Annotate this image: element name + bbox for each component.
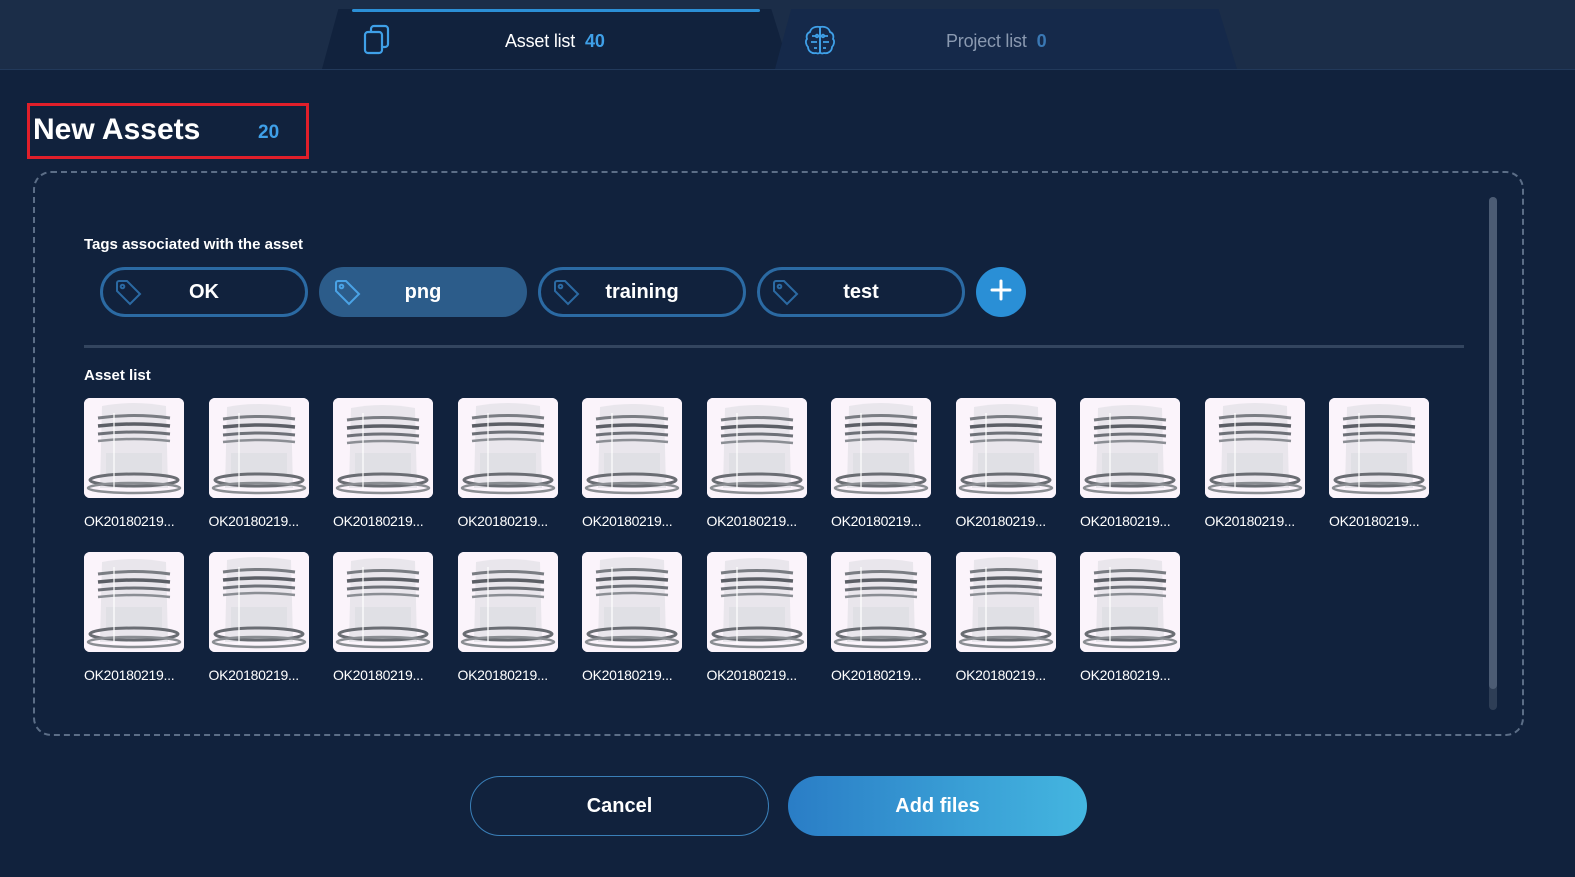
asset-item[interactable]: OK20180219... [1329,398,1429,532]
asset-item[interactable]: OK20180219... [1080,398,1180,532]
tag-label: OK [189,280,219,303]
asset-name: OK20180219... [333,513,424,529]
copy-icon [360,23,394,57]
asset-item[interactable]: OK20180219... [955,398,1056,532]
tag-label: training [605,280,679,303]
asset-name: OK20180219... [1329,513,1420,529]
asset-item[interactable]: OK20180219... [208,398,309,532]
asset-item[interactable]: OK20180219... [333,398,433,532]
asset-count-badge: 20 [258,122,280,143]
asset-item[interactable]: OK20180219... [1204,398,1305,532]
asset-name: OK20180219... [457,667,549,683]
asset-thumbnail [831,398,931,498]
asset-thumbnail [1329,398,1429,498]
brain-icon [803,23,837,57]
asset-thumbnail [955,398,1056,498]
asset-name: OK20180219... [706,513,798,529]
asset-name: OK20180219... [208,667,300,683]
top-tab-bar: Asset list 40 Project list 0 [0,0,1575,70]
section-divider [84,345,1464,348]
asset-name: OK20180219... [831,667,922,683]
tab-asset-list-count: 40 [585,31,605,51]
asset-thumbnail [84,398,184,498]
asset-thumbnail [955,552,1056,652]
asset-thumbnail [84,552,184,652]
asset-name: OK20180219... [831,513,922,529]
asset-thumbnail [208,552,309,652]
asset-name: OK20180219... [706,667,798,683]
asset-thumbnail [1204,398,1305,498]
asset-thumbnail [582,398,682,498]
asset-name: OK20180219... [955,667,1047,683]
asset-thumbnail [582,552,682,652]
tag-test[interactable]: test [757,267,965,317]
asset-name: OK20180219... [582,513,673,529]
asset-name: OK20180219... [582,667,673,683]
tab-project-list-label: Project list 0 [946,31,1047,51]
asset-thumbnail [333,552,433,652]
asset-item[interactable]: OK20180219... [582,552,682,686]
asset-list-label: Asset list [84,367,151,384]
tag-icon [772,280,800,306]
asset-name: OK20180219... [1080,513,1171,529]
tab-project-list-count: 0 [1036,31,1047,51]
page-title: New Assets [33,113,201,146]
tag-label: test [843,280,879,303]
asset-item[interactable]: OK20180219... [333,552,433,686]
tags-row: OK png training test [100,267,1026,317]
asset-item[interactable]: OK20180219... [706,398,807,532]
asset-thumbnail [208,398,309,498]
asset-thumbnail [457,552,558,652]
asset-name: OK20180219... [84,513,175,529]
tag-icon [115,280,143,306]
asset-thumbnail [333,398,433,498]
asset-name: OK20180219... [457,513,549,529]
tab-asset-list[interactable]: Asset list 40 [322,9,790,69]
asset-item[interactable]: OK20180219... [831,398,931,532]
asset-thumbnail [1080,398,1180,498]
plus-icon [989,278,1013,307]
cancel-button[interactable]: Cancel [470,776,769,836]
asset-name: OK20180219... [84,667,175,683]
asset-name: OK20180219... [208,513,300,529]
asset-item[interactable]: OK20180219... [457,552,558,686]
asset-item[interactable]: OK20180219... [208,552,309,686]
asset-name: OK20180219... [1204,513,1296,529]
tag-ok[interactable]: OK [100,267,308,317]
asset-item[interactable]: OK20180219... [457,398,558,532]
tag-label: png [404,280,442,303]
asset-item[interactable]: OK20180219... [84,398,184,532]
tags-section-label: Tags associated with the asset [84,236,303,253]
add-tag-button[interactable] [976,267,1026,317]
tab-project-list[interactable]: Project list 0 [775,9,1237,69]
asset-item[interactable]: OK20180219... [831,552,931,686]
asset-thumbnail [457,398,558,498]
tab-asset-list-label: Asset list 40 [505,31,605,51]
asset-thumbnail [1080,552,1180,652]
tag-icon [553,280,581,306]
active-tab-indicator [352,9,760,12]
asset-thumbnail [706,398,807,498]
tag-training[interactable]: training [538,267,746,317]
asset-item[interactable]: OK20180219... [706,552,807,686]
tag-png[interactable]: png [319,267,527,317]
asset-name: OK20180219... [955,513,1047,529]
asset-item[interactable]: OK20180219... [1080,552,1180,686]
asset-thumbnail [831,552,931,652]
tag-icon [334,280,362,306]
asset-thumbnail [706,552,807,652]
asset-item[interactable]: OK20180219... [955,552,1056,686]
asset-item[interactable]: OK20180219... [84,552,184,686]
asset-grid: OK20180219... OK20180219... OK20180219..… [84,398,1464,686]
asset-item[interactable]: OK20180219... [582,398,682,532]
scrollbar[interactable] [1489,197,1497,710]
add-files-button[interactable]: Add files [788,776,1087,836]
asset-name: OK20180219... [333,667,424,683]
asset-name: OK20180219... [1080,667,1171,683]
scrollbar-thumb[interactable] [1489,197,1497,689]
